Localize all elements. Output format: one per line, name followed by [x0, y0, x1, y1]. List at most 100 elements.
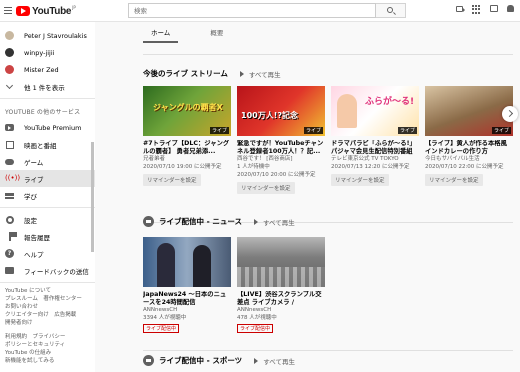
video-card[interactable]: 100万人!?記念 ライブ 緊急ですが！YouTubeチャンネル登録者100万人…: [237, 86, 325, 195]
sidebar-item-label: ゲーム: [24, 158, 44, 167]
play-all-button[interactable]: すべて再生: [240, 69, 281, 79]
logo-text: YouTube: [32, 5, 72, 17]
avatar: [5, 48, 14, 57]
channel-name[interactable]: 西谷です！ [西谷商店]: [237, 156, 325, 163]
flag-icon: [5, 232, 17, 241]
play-all-button[interactable]: すべて再生: [254, 217, 295, 227]
video-thumbnail[interactable]: [143, 237, 231, 287]
sidebar-item-movies[interactable]: 映画と番組: [0, 136, 95, 153]
shelf-live-sports: ライブ配信中 - スポーツ すべて再生: [143, 355, 295, 366]
scheduled-time: 2020/07/10 20:00 に公開予定: [237, 172, 316, 179]
shelf-title: ライブ配信中 - スポーツ: [159, 356, 243, 365]
footer-link[interactable]: ポリシーとセキュリティ: [0, 341, 95, 349]
channel-name[interactable]: テレビ東京公式 TV TOKYO: [331, 156, 419, 163]
sidebar-item-report-history[interactable]: 報告履歴: [0, 228, 95, 245]
channel-name[interactable]: ANNnewsCH: [143, 307, 231, 314]
movies-icon: [5, 140, 14, 149]
logo-region: JP: [72, 5, 76, 10]
video-card[interactable]: JapaNews24 ～日本のニュースを24時間配信 ANNnewsCH 339…: [143, 237, 231, 334]
show-more-button[interactable]: 他 1 件を表示: [0, 78, 95, 95]
video-thumbnail[interactable]: ジャングルの覇者X ライブ: [143, 86, 231, 136]
search-button[interactable]: [376, 3, 406, 18]
sidebar-item-label: ヘルプ: [24, 250, 44, 259]
footer-link[interactable]: 利用規約 プライバシー: [0, 333, 95, 341]
footer-link[interactable]: お問い合わせ: [0, 303, 95, 311]
sidebar-item-label: 映画と番組: [24, 141, 57, 150]
sidebar-item-premium[interactable]: YouTube Premium: [0, 119, 95, 136]
footer-link[interactable]: 新機能を試してみる: [0, 357, 95, 365]
video-thumbnail[interactable]: [237, 237, 325, 287]
thumbnail-person: [193, 245, 211, 287]
hamburger-menu-icon[interactable]: [3, 5, 13, 15]
footer-link[interactable]: クリエイター向け 広告掲載: [0, 311, 95, 319]
messages-icon[interactable]: [490, 5, 498, 12]
set-reminder-button[interactable]: リマインダーを設定: [237, 182, 295, 195]
video-thumbnail[interactable]: ライブ: [425, 86, 513, 136]
thumbnail-person: [157, 243, 175, 287]
help-icon: ?: [5, 249, 14, 258]
sidebar-subscription-winpy[interactable]: winpy-jijii: [0, 44, 95, 61]
set-reminder-button[interactable]: リマインダーを設定: [143, 174, 201, 187]
set-reminder-button[interactable]: リマインダーを設定: [425, 174, 483, 187]
tab-home[interactable]: ホーム: [143, 22, 179, 43]
shelf-title: 今後のライブ ストリーム: [143, 69, 228, 78]
notifications-bell-icon[interactable]: [507, 5, 514, 12]
video-title[interactable]: 緊急ですが！YouTubeチャンネル登録者100万人！？記...: [237, 140, 325, 155]
sidebar-item-settings[interactable]: 設定: [0, 211, 95, 228]
live-badge: ライブ: [209, 127, 229, 134]
thumbnail-text: ふらが〜る!: [365, 97, 415, 107]
video-card[interactable]: ジャングルの覇者X ライブ #7トライブ【DLC：ジャングルの覇者】 勇者兄弟添…: [143, 86, 231, 187]
sidebar-item-label: フィードバックの送信: [24, 267, 89, 276]
footer-link[interactable]: 開発者向け: [0, 319, 95, 327]
footer-link[interactable]: プレスルーム 著作権センター: [0, 295, 95, 303]
video-card[interactable]: 【LIVE】渋谷スクランブル交差点 ライブカメラ / Shibuy... ANN…: [237, 237, 325, 334]
video-title[interactable]: 【ライブ】黄人が作る本格風インドカレーの作り方: [425, 140, 513, 155]
feedback-icon: [5, 266, 14, 275]
video-title[interactable]: JapaNews24 ～日本のニュースを24時間配信: [143, 291, 231, 306]
avatar: [5, 31, 14, 40]
video-thumbnail[interactable]: ふらが〜る! ライブ: [331, 86, 419, 136]
video-title[interactable]: #7トライブ【DLC：ジャングルの覇者】 勇者兄弟添...: [143, 140, 231, 155]
sidebar-item-learning[interactable]: 学び: [0, 187, 95, 204]
channel-name[interactable]: 今日もサバイバル生活: [425, 156, 513, 163]
footer-link[interactable]: YouTube の仕組み: [0, 349, 95, 357]
sidebar-item-gaming[interactable]: ゲーム: [0, 153, 95, 170]
footer-link[interactable]: YouTube について: [0, 287, 95, 295]
play-all-button[interactable]: すべて再生: [254, 356, 295, 366]
shelf-live-news: ライブ配信中 - ニュース すべて再生: [143, 216, 295, 227]
sports-icon: [143, 355, 154, 366]
channel-tabs: ホーム 概要: [143, 22, 231, 43]
live-badge: ライブ: [491, 127, 511, 134]
shelf-next-arrow-icon[interactable]: [502, 106, 518, 122]
search-input[interactable]: [129, 4, 375, 17]
video-thumbnail[interactable]: 100万人!?記念 ライブ: [237, 86, 325, 136]
shelf-title: ライブ配信中 - ニュース: [159, 217, 242, 226]
video-title[interactable]: 【LIVE】渋谷スクランブル交差点 ライブカメラ / Shibuy...: [237, 291, 325, 306]
set-reminder-button[interactable]: リマインダーを設定: [331, 174, 389, 187]
show-more-label: 他 1 件を表示: [24, 83, 65, 92]
tab-about[interactable]: 概要: [202, 22, 231, 43]
sidebar-scrollbar[interactable]: [91, 142, 94, 252]
youtube-logo-icon: [16, 6, 30, 16]
channel-name[interactable]: 兄者弟者: [143, 156, 231, 163]
youtube-logo[interactable]: YouTube JP: [16, 4, 76, 18]
apps-grid-icon[interactable]: [472, 5, 481, 14]
thumbnail-text: 100万人!?記念: [241, 111, 298, 120]
video-card[interactable]: ふらが〜る! ライブ ドラマパラビ「ふらが〜る!」パジャマ会見生配信特別番組 テ…: [331, 86, 419, 187]
crosswalk-graphic: [237, 267, 325, 287]
video-card[interactable]: ライブ 【ライブ】黄人が作る本格風インドカレーの作り方 今日もサバイバル生活 2…: [425, 86, 513, 187]
chevron-down-icon: [5, 81, 14, 91]
create-video-icon[interactable]: [456, 6, 465, 12]
sidebar-subscription-misterzed[interactable]: Mister Zed: [0, 61, 95, 78]
channel-name[interactable]: ANNnewsCH: [237, 307, 325, 314]
sidebar-item-help[interactable]: ? ヘルプ: [0, 245, 95, 262]
thumbnail-person: [337, 94, 357, 128]
main-content: ホーム 概要 今後のライブ ストリーム すべて再生 ジャングルの覇者X ライブ …: [95, 22, 520, 372]
subscription-name: Peter J Stavroulakis: [24, 31, 87, 40]
scheduled-time: 2020/07/13 12:20 に公開予定: [331, 164, 410, 171]
sidebar-item-live[interactable]: ((•)) ライブ: [0, 170, 95, 187]
scheduled-time: 2020/07/10 19:00 に公開予定: [143, 164, 222, 171]
sidebar-item-feedback[interactable]: フィードバックの送信: [0, 262, 95, 279]
video-title[interactable]: ドラマパラビ「ふらが〜る!」パジャマ会見生配信特別番組: [331, 140, 419, 155]
sidebar-subscription-peter[interactable]: Peter J Stavroulakis: [0, 27, 95, 44]
